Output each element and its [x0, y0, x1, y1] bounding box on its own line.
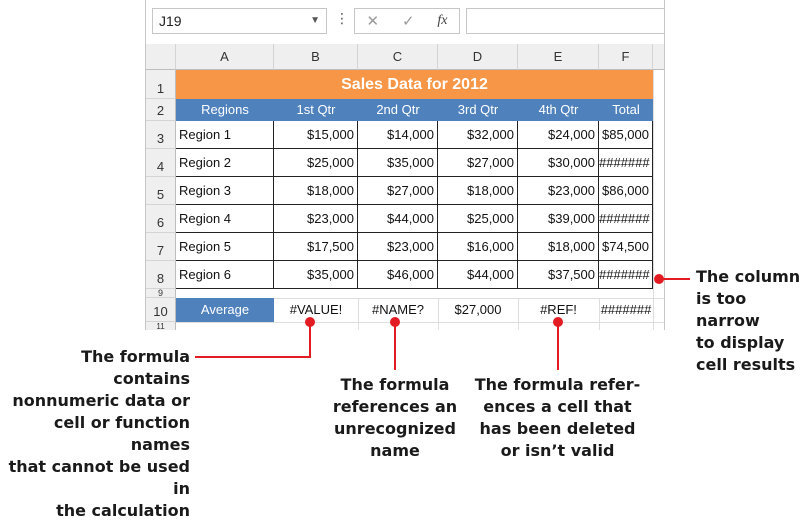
- row-header-2[interactable]: 2: [146, 99, 176, 121]
- column-header-f[interactable]: F: [599, 44, 653, 70]
- more-options-icon[interactable]: ⋮: [335, 10, 349, 27]
- region-cell[interactable]: Region 1: [176, 121, 274, 149]
- region-cell[interactable]: Region 2: [176, 149, 274, 177]
- value-cell[interactable]: $24,000: [518, 121, 599, 149]
- insert-function-icon[interactable]: fx: [437, 13, 447, 29]
- value-cell[interactable]: $30,000: [518, 149, 599, 177]
- row-header-5[interactable]: 5: [146, 177, 176, 205]
- name-box-value: J19: [159, 13, 182, 29]
- cancel-icon[interactable]: ✕: [366, 12, 379, 30]
- column-header-a[interactable]: A: [176, 44, 274, 70]
- column-header-e[interactable]: E: [518, 44, 599, 70]
- formula-buttons: ✕ ✓ fx: [354, 8, 460, 34]
- row-header-9[interactable]: 9: [146, 288, 176, 298]
- narrow-column-note: The column is too narrow to display cell…: [696, 267, 801, 374]
- value-cell[interactable]: $23,000: [358, 233, 438, 261]
- value-cell[interactable]: $27,000: [438, 149, 518, 177]
- sheet-title-cell[interactable]: Sales Data for 2012: [176, 70, 653, 99]
- row-header-4[interactable]: 4: [146, 149, 176, 177]
- header-cell-qtr1[interactable]: 1st Qtr: [274, 99, 358, 121]
- callout-line: [557, 322, 559, 370]
- value-error-note: The formula contains nonnumeric data or …: [8, 347, 190, 520]
- value-cell[interactable]: $18,000: [518, 233, 599, 261]
- enter-icon[interactable]: ✓: [402, 12, 415, 30]
- value-cell[interactable]: $15,000: [274, 121, 358, 149]
- value-cell[interactable]: $85,000: [599, 121, 653, 149]
- value-cell[interactable]: $32,000: [438, 121, 518, 149]
- value-cell[interactable]: $46,000: [358, 261, 438, 289]
- row-header-1[interactable]: 1: [146, 70, 176, 99]
- gridline: [176, 322, 664, 323]
- callout-line: [394, 322, 396, 370]
- value-cell[interactable]: $74,500: [599, 233, 653, 261]
- region-cell[interactable]: Region 5: [176, 233, 274, 261]
- value-cell[interactable]: $23,000: [518, 177, 599, 205]
- callout-line: [309, 322, 311, 357]
- value-cell[interactable]: $35,000: [274, 261, 358, 289]
- header-cell-regions[interactable]: Regions: [176, 99, 274, 121]
- value-cell[interactable]: $23,000: [274, 205, 358, 233]
- average-cell-qtr1[interactable]: #VALUE!: [274, 298, 358, 322]
- row-header-10[interactable]: 10: [146, 298, 176, 322]
- row-header-8[interactable]: 8: [146, 261, 176, 289]
- row-header-11[interactable]: 11: [146, 322, 176, 330]
- value-cell[interactable]: $39,000: [518, 205, 599, 233]
- value-cell[interactable]: $14,000: [358, 121, 438, 149]
- spreadsheet-window: J19 ▼ ⋮ ✕ ✓ fx A B C D E F 1 2 3 4 5 6 7…: [145, 0, 665, 330]
- callout-line: [195, 356, 311, 358]
- value-cell[interactable]: $44,000: [438, 261, 518, 289]
- column-header-g[interactable]: [653, 44, 664, 70]
- value-cell[interactable]: $25,000: [438, 205, 518, 233]
- column-header-c[interactable]: C: [358, 44, 438, 70]
- value-cell[interactable]: $35,000: [358, 149, 438, 177]
- header-cell-total[interactable]: Total: [599, 99, 653, 121]
- column-header-b[interactable]: B: [274, 44, 358, 70]
- header-cell-qtr2[interactable]: 2nd Qtr: [358, 99, 438, 121]
- value-cell[interactable]: $86,000: [599, 177, 653, 205]
- region-cell[interactable]: Region 4: [176, 205, 274, 233]
- formula-input[interactable]: [466, 8, 664, 34]
- ref-error-note: The formula refer- ences a cell that has…: [474, 375, 641, 460]
- formula-bar: J19 ▼ ⋮ ✕ ✓ fx: [146, 0, 664, 44]
- row-header-3[interactable]: 3: [146, 121, 176, 149]
- row-header-6[interactable]: 6: [146, 205, 176, 233]
- average-cell-total[interactable]: #######: [599, 298, 653, 322]
- value-cell[interactable]: #######: [599, 261, 653, 289]
- callout-line: [660, 278, 690, 280]
- value-cell[interactable]: #######: [599, 149, 653, 177]
- value-cell[interactable]: $37,500: [518, 261, 599, 289]
- value-cell[interactable]: $25,000: [274, 149, 358, 177]
- region-cell[interactable]: Region 6: [176, 261, 274, 289]
- average-label-cell[interactable]: Average: [176, 298, 274, 322]
- value-cell[interactable]: $18,000: [438, 177, 518, 205]
- value-cell[interactable]: $16,000: [438, 233, 518, 261]
- value-cell[interactable]: $44,000: [358, 205, 438, 233]
- name-error-note: The formula references an unrecognized n…: [332, 375, 458, 460]
- value-cell[interactable]: $17,500: [274, 233, 358, 261]
- gridline: [653, 70, 654, 330]
- column-header-d[interactable]: D: [438, 44, 518, 70]
- chevron-down-icon[interactable]: ▼: [310, 9, 320, 33]
- region-cell[interactable]: Region 3: [176, 177, 274, 205]
- value-cell[interactable]: $27,000: [358, 177, 438, 205]
- row-header-7[interactable]: 7: [146, 233, 176, 261]
- header-cell-qtr4[interactable]: 4th Qtr: [518, 99, 599, 121]
- value-cell[interactable]: $18,000: [274, 177, 358, 205]
- average-cell-qtr3[interactable]: $27,000: [438, 298, 518, 322]
- name-box[interactable]: J19 ▼: [152, 8, 327, 34]
- header-cell-qtr3[interactable]: 3rd Qtr: [438, 99, 518, 121]
- select-all-corner[interactable]: [146, 44, 176, 70]
- value-cell[interactable]: #######: [599, 205, 653, 233]
